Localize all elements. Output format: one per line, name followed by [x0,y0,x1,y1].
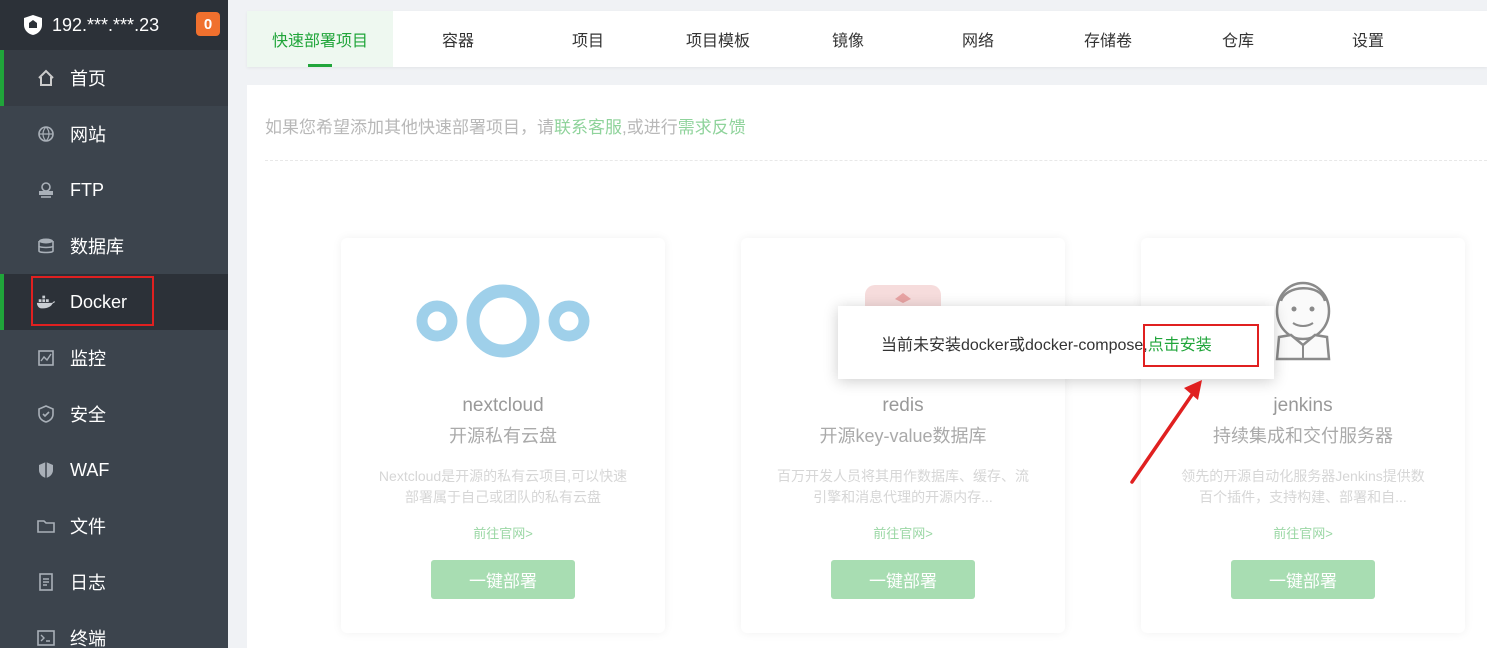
server-header[interactable]: 192.***.***.23 0 [0,0,228,50]
database-icon [36,236,56,256]
official-site-link[interactable]: 前往官网> [741,523,1065,542]
deploy-button[interactable]: 一键部署 [1231,560,1375,599]
tab-volume[interactable]: 存储卷 [1043,11,1173,67]
project-subtitle: 开源key-value数据库 [819,426,987,446]
sidebar-item-label: 首页 [70,69,106,89]
sidebar-item-security[interactable]: 安全 [0,386,228,442]
sidebar-item-monitor[interactable]: 监控 [0,330,228,386]
divider [265,160,1487,161]
project-description: Nextcloud是开源的私有云项目,可以快速部署属于自己或团队的私有云盘 [378,468,628,505]
terminal-icon [36,628,56,648]
sidebar: 192.***.***.23 0 首页 网站 FTP 数据库 Docker 监控… [0,0,228,648]
tip-prefix: 如果您希望添加其他快速部署项目，请 [265,118,554,137]
project-description: 百万开发人员将其用作数据库、缓存、流引擎和消息代理的开源内存... [777,468,1029,505]
project-subtitle: 开源私有云盘 [449,426,557,446]
waf-shield-icon [36,460,56,480]
sidebar-item-label: FTP [70,179,104,200]
sidebar-item-label: 安全 [70,405,106,425]
tab-image[interactable]: 镜像 [783,11,913,67]
monitor-icon [36,348,56,368]
sidebar-item-label: 日志 [70,573,106,593]
tab-registry[interactable]: 仓库 [1173,11,1303,67]
tab-project-template[interactable]: 项目模板 [653,11,783,67]
folder-icon [36,516,56,536]
sidebar-item-label: Docker [70,291,128,312]
feedback-link[interactable]: 需求反馈 [678,118,746,137]
notification-badge[interactable]: 0 [196,12,220,36]
tab-project[interactable]: 项目 [523,11,653,67]
sidebar-item-terminal[interactable]: 终端 [0,610,228,648]
nextcloud-logo-icon [341,276,665,366]
shield-check-icon [36,404,56,424]
install-link[interactable]: 点击安装 [1148,331,1212,355]
tab-network[interactable]: 网络 [913,11,1043,67]
sidebar-item-docker[interactable]: Docker [0,274,228,330]
home-icon [36,68,56,88]
tab-bar: 快速部署项目 容器 项目 项目模板 镜像 网络 存储卷 仓库 设置 [247,11,1487,67]
deploy-button[interactable]: 一键部署 [831,560,975,599]
sidebar-item-home[interactable]: 首页 [0,50,228,106]
docker-icon [36,292,56,312]
sidebar-item-label: 监控 [70,349,106,369]
sidebar-item-database[interactable]: 数据库 [0,218,228,274]
project-description: 领先的开源自动化服务器Jenkins提供数百个插件，支持构建、部署和自... [1181,468,1425,505]
sidebar-item-waf[interactable]: WAF [0,442,228,498]
sidebar-item-ftp[interactable]: FTP [0,162,228,218]
official-site-link[interactable]: 前往官网> [1141,523,1465,542]
sidebar-item-label: 文件 [70,517,106,537]
server-shield-icon [22,14,44,36]
sidebar-item-label: 网站 [70,125,106,145]
official-site-link[interactable]: 前往官网> [341,523,665,542]
project-card-nextcloud: nextcloud 开源私有云盘 Nextcloud是开源的私有云项目,可以快速… [341,238,665,633]
docker-not-installed-popup: 当前未安装docker或docker-compose, 点击安装 [838,306,1274,379]
project-card-redis: redis 开源key-value数据库 百万开发人员将其用作数据库、缓存、流引… [741,238,1065,633]
project-name: redis [882,395,924,416]
popup-message: 当前未安装docker或docker-compose, [881,336,1148,354]
project-card-jenkins: jenkins 持续集成和交付服务器 领先的开源自动化服务器Jenkins提供数… [1141,238,1465,633]
project-subtitle: 持续集成和交付服务器 [1213,426,1393,446]
project-name: nextcloud [462,395,544,416]
server-ip: 192.***.***.23 [52,14,160,35]
log-icon [36,572,56,592]
tip-text: 如果您希望添加其他快速部署项目，请联系客服,或进行需求反馈 [265,113,746,138]
project-name: jenkins [1273,395,1333,416]
tab-quick-deploy[interactable]: 快速部署项目 [247,11,393,67]
contact-support-link[interactable]: 联系客服 [554,118,622,137]
ftp-icon [36,180,56,200]
deploy-button[interactable]: 一键部署 [431,560,575,599]
tab-settings[interactable]: 设置 [1303,11,1433,67]
globe-icon [36,124,56,144]
sidebar-item-logs[interactable]: 日志 [0,554,228,610]
sidebar-item-label: 数据库 [70,237,124,257]
sidebar-item-label: WAF [70,459,110,480]
sidebar-item-website[interactable]: 网站 [0,106,228,162]
sidebar-item-files[interactable]: 文件 [0,498,228,554]
sidebar-item-label: 终端 [70,629,106,648]
tab-container[interactable]: 容器 [393,11,523,67]
tip-middle: ,或进行 [622,118,678,137]
